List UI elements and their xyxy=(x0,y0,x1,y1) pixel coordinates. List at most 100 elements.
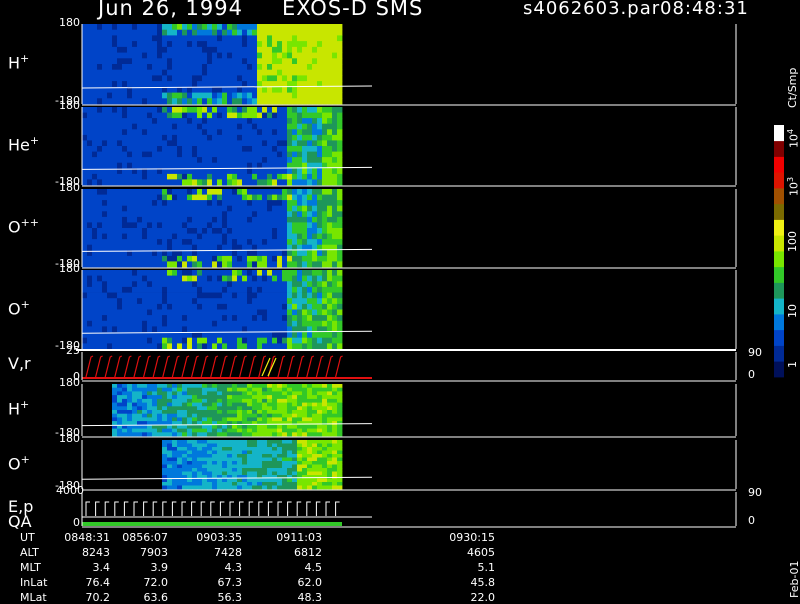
ephemeris-label: MLat xyxy=(20,591,47,604)
heatmap-cell xyxy=(247,432,253,437)
heatmap-cell xyxy=(327,464,333,469)
heatmap-cell xyxy=(137,222,143,229)
heatmap-cell xyxy=(327,475,333,479)
heatmap-cell xyxy=(297,168,303,175)
heatmap-cell xyxy=(247,270,253,276)
heatmap-cell xyxy=(242,292,248,299)
heatmap-cell xyxy=(142,281,148,288)
heatmap-cell xyxy=(277,250,283,257)
heatmap-cell xyxy=(82,41,88,48)
heatmap-cell xyxy=(317,413,323,418)
panel-label: He+ xyxy=(8,134,40,155)
heatmap-cell xyxy=(322,406,328,411)
heatmap-cell xyxy=(232,233,238,240)
heatmap-cell xyxy=(267,24,273,31)
heatmap-cell xyxy=(127,255,133,262)
heatmap-cell xyxy=(202,326,208,333)
heatmap-cell xyxy=(117,211,123,218)
heatmap-cell xyxy=(197,58,203,65)
heatmap-cell xyxy=(207,216,213,223)
heatmap-cell xyxy=(337,457,343,462)
heatmap-cell xyxy=(97,261,103,268)
heatmap-cell xyxy=(152,157,158,164)
heatmap-cell xyxy=(247,292,253,299)
heatmap-cell xyxy=(87,123,93,130)
heatmap-cell xyxy=(217,391,223,396)
heatmap-cell xyxy=(297,424,303,429)
heatmap-cell xyxy=(87,52,93,59)
heatmap-cell xyxy=(267,410,273,415)
heatmap-cell xyxy=(87,162,93,169)
heatmap-cell xyxy=(302,424,308,429)
heatmap-cell xyxy=(147,239,153,246)
heatmap-cell xyxy=(127,92,133,99)
heatmap-cell xyxy=(107,157,113,164)
heatmap-cell xyxy=(152,228,158,234)
heatmap-cell xyxy=(107,151,113,158)
heatmap-cell xyxy=(257,123,263,130)
heatmap-cell xyxy=(117,417,123,422)
heatmap-cell xyxy=(307,343,313,350)
heatmap-cell xyxy=(197,98,203,105)
heatmap-cell xyxy=(187,468,193,472)
heatmap-cell xyxy=(142,286,148,293)
heatmap-cell xyxy=(337,315,343,322)
heatmap-cell xyxy=(257,417,263,422)
heatmap-cell xyxy=(312,58,318,65)
heatmap-cell xyxy=(92,35,98,42)
heatmap-cell xyxy=(302,140,308,147)
heatmap-cell xyxy=(147,286,153,293)
heatmap-cell xyxy=(287,464,293,469)
heatmap-cell xyxy=(312,189,318,195)
heatmap-cell xyxy=(307,395,313,400)
heatmap-cell xyxy=(202,303,208,310)
heatmap-cell xyxy=(147,29,153,36)
heatmap-cell xyxy=(327,92,333,99)
heatmap-cell xyxy=(167,384,173,389)
heatmap-cell xyxy=(217,173,223,180)
heatmap-cell xyxy=(117,98,123,105)
heatmap-cell xyxy=(187,179,193,186)
heatmap-cell xyxy=(187,200,193,207)
heatmap-cell xyxy=(97,222,103,229)
heatmap-cell xyxy=(202,391,208,396)
heatmap-cell xyxy=(322,421,328,426)
heatmap-cell xyxy=(242,233,248,240)
heatmap-cell xyxy=(122,98,128,105)
heatmap-cell xyxy=(282,406,288,411)
heatmap-cell xyxy=(197,228,203,234)
heatmap-cell xyxy=(162,211,168,218)
heatmap-cell xyxy=(197,440,203,444)
heatmap-cell xyxy=(127,52,133,59)
heatmap-cell xyxy=(147,41,153,48)
heatmap-cell xyxy=(177,303,183,310)
heatmap-cell xyxy=(292,275,298,282)
heatmap-cell xyxy=(287,398,293,403)
heatmap-cell xyxy=(117,261,123,268)
heatmap-cell xyxy=(182,298,188,305)
heatmap-cell xyxy=(142,64,148,71)
colorbar-tick: 10 xyxy=(786,304,799,318)
heatmap-cell xyxy=(137,98,143,105)
heatmap-cell xyxy=(267,461,273,465)
heatmap-cell xyxy=(282,112,288,119)
heatmap-cell xyxy=(177,413,183,418)
heatmap-cell xyxy=(102,134,108,141)
heatmap-cell xyxy=(202,250,208,257)
heatmap-cell xyxy=(107,179,113,186)
heatmap-cell xyxy=(277,118,283,125)
heatmap-cell xyxy=(312,46,318,53)
heatmap-cell xyxy=(307,391,313,396)
heatmap-cell xyxy=(212,146,218,152)
heatmap-cell xyxy=(97,92,103,99)
heatmap-cell xyxy=(182,140,188,147)
heatmap-cell xyxy=(172,440,178,444)
heatmap-cell xyxy=(217,189,223,195)
heatmap-cell xyxy=(97,24,103,31)
heatmap-cell xyxy=(217,413,223,418)
heatmap-cell xyxy=(307,173,313,180)
heatmap-cell xyxy=(277,58,283,65)
heatmap-cell xyxy=(217,46,223,53)
heatmap-cell xyxy=(227,123,233,130)
heatmap-cell xyxy=(307,424,313,429)
